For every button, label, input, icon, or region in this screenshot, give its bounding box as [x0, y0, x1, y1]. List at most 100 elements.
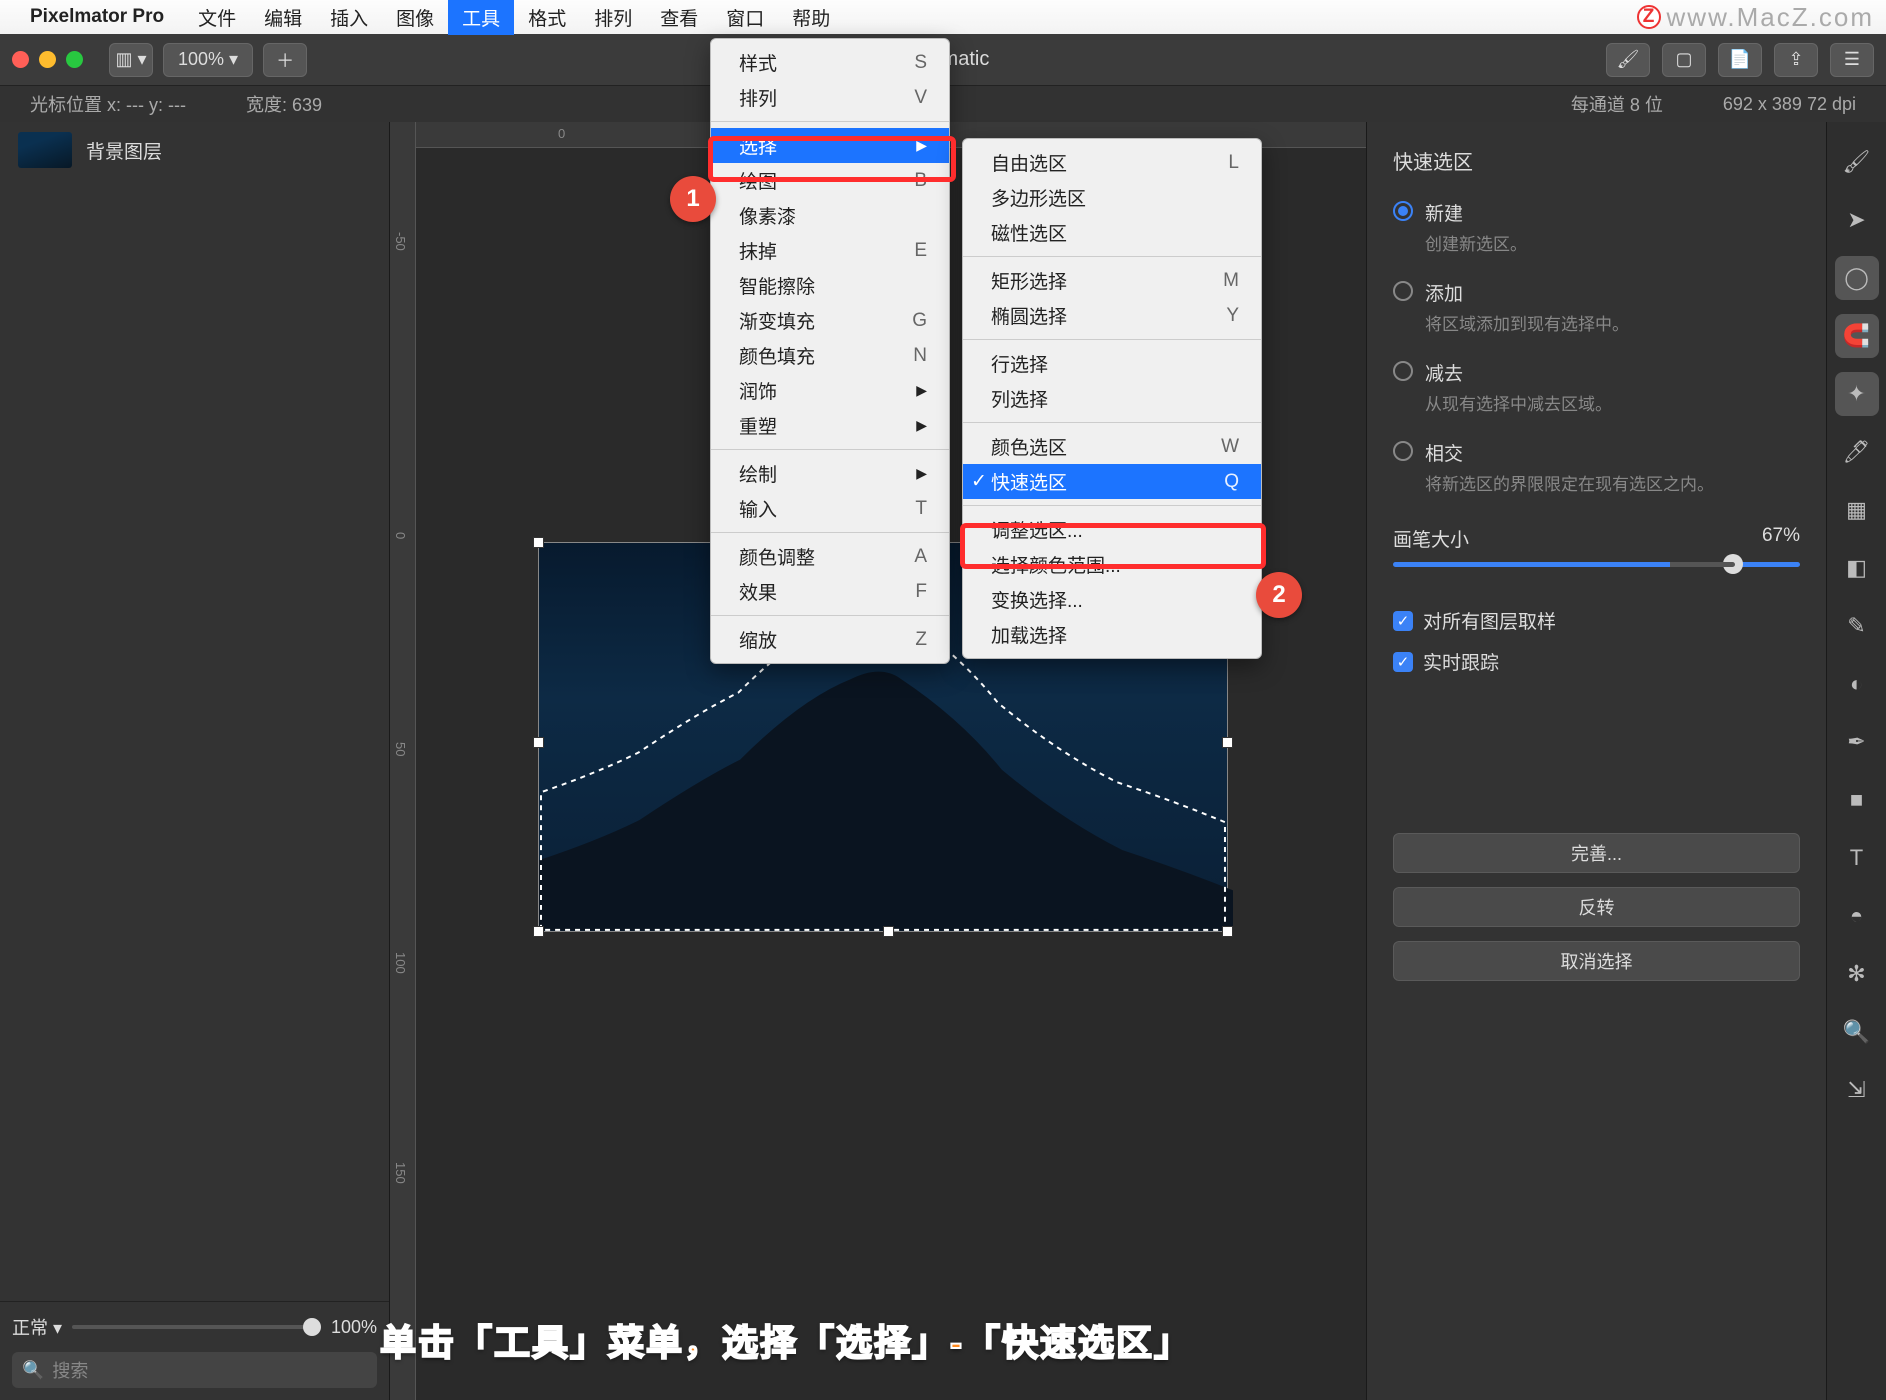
pen-tool-icon[interactable]: ✒ — [1835, 720, 1879, 764]
live-track[interactable]: ✓实时跟踪 — [1393, 648, 1800, 675]
close-icon[interactable] — [12, 51, 29, 68]
layer-search[interactable]: 🔍 搜索 — [12, 1352, 377, 1388]
radio-icon[interactable] — [1393, 201, 1413, 221]
cursor-pos: 光标位置 x: --- y: --- — [30, 91, 186, 117]
menu-item[interactable]: 像素漆 — [711, 198, 949, 233]
annotation-step-1: 1 — [670, 176, 716, 222]
menu-item[interactable]: 多边形选区 — [963, 180, 1261, 215]
mode-subtract[interactable]: 减去从现有选择中减去区域。 — [1393, 359, 1800, 415]
deselect-button[interactable]: 取消选择 — [1393, 941, 1800, 981]
menu-item[interactable]: 矩形选择M — [963, 263, 1261, 298]
menu-item[interactable]: 颜色填充N — [711, 338, 949, 373]
search-icon: 🔍 — [22, 1360, 44, 1381]
file-icon[interactable]: 📄 — [1718, 43, 1762, 77]
menu-item[interactable]: 颜色选区W — [963, 429, 1261, 464]
brush-tool-icon[interactable]: 🖌 — [1835, 140, 1879, 184]
blend-mode[interactable]: 正常 ▾ — [12, 1314, 62, 1340]
menu-item[interactable]: 重塑▶ — [711, 408, 949, 443]
gradient-tool-icon[interactable]: ▦ — [1835, 488, 1879, 532]
menu-item[interactable]: 抹掉E — [711, 233, 949, 268]
add-button[interactable]: ＋ — [263, 43, 307, 77]
magnet-tool-icon[interactable]: 🧲 — [1835, 314, 1879, 358]
menu-image[interactable]: 图像 — [382, 0, 448, 35]
menu-view[interactable]: 查看 — [646, 0, 712, 35]
menu-item[interactable]: 颜色调整A — [711, 539, 949, 574]
menu-arrange[interactable]: 排列 — [580, 0, 646, 35]
select-submenu[interactable]: 自由选区L多边形选区磁性选区矩形选择M椭圆选择Y 行选择列选择颜色选区W✓快速选区… — [962, 138, 1262, 659]
menu-item[interactable]: 椭圆选择Y — [963, 298, 1261, 333]
doc-width: 宽度: 639 — [246, 91, 322, 117]
paint-tool-icon[interactable]: 🖊 — [1835, 430, 1879, 474]
color-tool-icon[interactable]: ◓ — [1835, 894, 1879, 938]
shape-tool-icon[interactable]: ■ — [1835, 778, 1879, 822]
menu-edit[interactable]: 编辑 — [250, 0, 316, 35]
hand-tool-icon[interactable]: ⇲ — [1835, 1068, 1879, 1112]
menu-item[interactable]: 排列V — [711, 80, 949, 115]
layer-name: 背景图层 — [86, 137, 162, 164]
channel-depth: 每通道 8 位 — [1571, 91, 1663, 117]
checkbox-icon[interactable]: ✓ — [1393, 652, 1413, 672]
menu-item[interactable]: 缩放Z — [711, 622, 949, 657]
menu-item[interactable]: 磁性选区 — [963, 215, 1261, 250]
effects-tool-icon[interactable]: ✻ — [1835, 952, 1879, 996]
menu-tools[interactable]: 工具 — [448, 0, 514, 35]
brush-icon[interactable]: 🖌 — [1606, 43, 1650, 77]
menu-help[interactable]: 帮助 — [778, 0, 844, 35]
menu-item[interactable]: 渐变填充G — [711, 303, 949, 338]
menu-item[interactable]: 效果F — [711, 574, 949, 609]
zoom-tool-icon[interactable]: 🔍 — [1835, 1010, 1879, 1054]
smudge-tool-icon[interactable]: ✎ — [1835, 604, 1879, 648]
menu-item[interactable]: 选择▶ — [711, 128, 949, 163]
menu-item[interactable]: 智能擦除 — [711, 268, 949, 303]
radio-icon[interactable] — [1393, 361, 1413, 381]
invert-button[interactable]: 反转 — [1393, 887, 1800, 927]
menu-insert[interactable]: 插入 — [316, 0, 382, 35]
menu-item[interactable]: ✓快速选区Q — [963, 464, 1261, 499]
sample-all-layers[interactable]: ✓对所有图层取样 — [1393, 607, 1800, 634]
doc-dimensions: 692 x 389 72 dpi — [1723, 94, 1856, 115]
menu-item[interactable]: 选择颜色范围... — [963, 547, 1261, 582]
window-controls[interactable] — [12, 51, 83, 68]
radio-icon[interactable] — [1393, 281, 1413, 301]
brush-size-slider[interactable] — [1393, 562, 1800, 567]
menu-format[interactable]: 格式 — [514, 0, 580, 35]
checkbox-icon[interactable]: ✓ — [1393, 611, 1413, 631]
clone-tool-icon[interactable]: ◐ — [1835, 662, 1879, 706]
menu-item[interactable]: 加载选择 — [963, 617, 1261, 652]
watermark-url: www.MacZ.com — [1667, 2, 1874, 33]
menu-item[interactable]: 样式S — [711, 45, 949, 80]
radio-icon[interactable] — [1393, 441, 1413, 461]
menu-item[interactable]: 列选择 — [963, 381, 1261, 416]
menu-item[interactable]: 输入T — [711, 491, 949, 526]
mode-new[interactable]: 新建创建新选区。 — [1393, 199, 1800, 255]
marquee-tool-icon[interactable]: ◯ — [1835, 256, 1879, 300]
tool-options-panel: 快速选区 新建创建新选区。 添加将区域添加到现有选择中。 减去从现有选择中减去区… — [1366, 122, 1826, 1400]
zoom-dropdown[interactable]: 100% ▾ — [163, 43, 253, 77]
menu-item[interactable]: 绘制▶ — [711, 456, 949, 491]
menu-item[interactable]: 自由选区L — [963, 145, 1261, 180]
menu-item[interactable]: 绘图B — [711, 163, 949, 198]
opacity-value: 100% — [331, 1317, 377, 1338]
share-icon[interactable]: ⇪ — [1774, 43, 1818, 77]
zoom-icon[interactable] — [66, 51, 83, 68]
text-tool-icon[interactable]: T — [1835, 836, 1879, 880]
mode-add[interactable]: 添加将区域添加到现有选择中。 — [1393, 279, 1800, 335]
tools-dropdown[interactable]: 样式S排列V 选择▶绘图B像素漆抹掉E智能擦除渐变填充G颜色填充N润饰▶重塑▶ 绘制… — [710, 38, 950, 664]
crop-icon[interactable]: ▢ — [1662, 43, 1706, 77]
sidebar-toggle-button[interactable]: ▥ ▾ — [109, 43, 153, 77]
minimize-icon[interactable] — [39, 51, 56, 68]
layer-row[interactable]: 背景图层 — [0, 122, 389, 178]
menu-file[interactable]: 文件 — [184, 0, 250, 35]
eraser-tool-icon[interactable]: ◧ — [1835, 546, 1879, 590]
menu-item[interactable]: 润饰▶ — [711, 373, 949, 408]
quick-select-tool-icon[interactable]: ✦ — [1835, 372, 1879, 416]
opacity-slider[interactable] — [72, 1325, 321, 1329]
menu-item[interactable]: 变换选择... — [963, 582, 1261, 617]
move-tool-icon[interactable]: ➤ — [1835, 198, 1879, 242]
menu-item[interactable]: 调整选区... — [963, 512, 1261, 547]
menu-item[interactable]: 行选择 — [963, 346, 1261, 381]
settings-icon[interactable]: ☰ — [1830, 43, 1874, 77]
refine-button[interactable]: 完善... — [1393, 833, 1800, 873]
menu-window[interactable]: 窗口 — [712, 0, 778, 35]
mode-intersect[interactable]: 相交将新选区的界限限定在现有选区之内。 — [1393, 439, 1800, 495]
